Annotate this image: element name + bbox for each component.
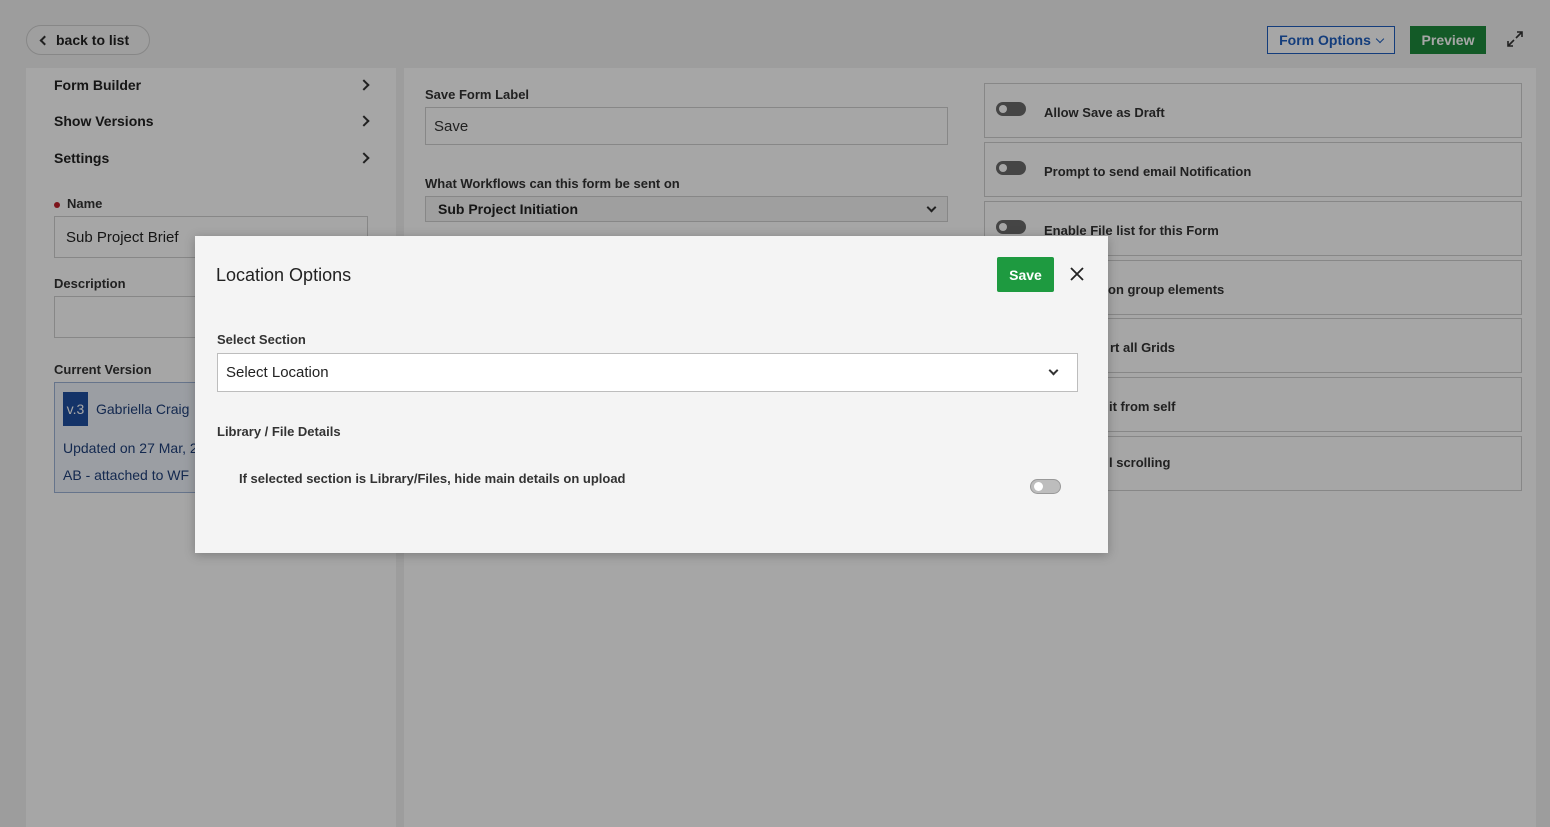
modal-save-button[interactable]: Save	[997, 257, 1054, 292]
close-icon[interactable]	[1068, 265, 1086, 283]
location-select[interactable]: Select Location	[217, 353, 1078, 392]
chevron-down-icon	[1048, 365, 1059, 376]
modal-save-label: Save	[1009, 266, 1042, 283]
location-options-modal: Location Options Save Select Section Sel…	[195, 236, 1108, 553]
select-section-label: Select Section	[217, 332, 306, 347]
hide-details-label: If selected section is Library/Files, hi…	[239, 471, 626, 486]
library-section-label: Library / File Details	[217, 424, 341, 439]
location-select-value: Select Location	[226, 364, 329, 381]
hide-details-toggle[interactable]	[1030, 479, 1061, 494]
modal-title: Location Options	[216, 265, 352, 285]
